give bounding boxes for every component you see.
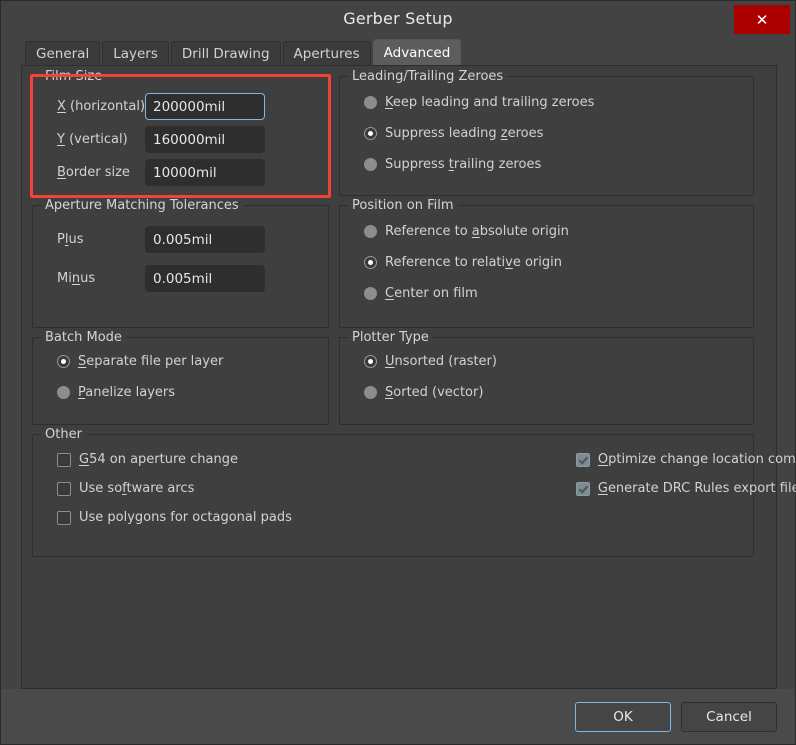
tab-bar: General Layers Drill Drawing Apertures A… [21,37,777,65]
leading-trailing-zeroes-group: Leading/Trailing Zeroes Keep leading and… [339,69,754,196]
radio-center-on-film[interactable]: Center on film [352,278,741,309]
batch-mode-legend: Batch Mode [41,330,126,345]
radio-reference-absolute-origin[interactable]: Reference to absolute origin [352,216,741,247]
ok-button[interactable]: OK [575,701,671,732]
film-size-x-row: X (horizontal) [45,93,316,120]
tolerance-plus-label: Plus [57,232,84,247]
advanced-tab-panel: Film Size X (horizontal) Y (vertical) Bo… [21,65,796,689]
tolerance-plus-input[interactable] [145,226,265,253]
tolerance-minus-row: Minus [45,265,316,292]
checkbox-use-polygons-for-octagonal-pads[interactable]: Use polygons for octagonal pads [57,503,292,532]
accel-key: Y [57,132,65,147]
accel-key: G [597,481,608,496]
page-title: Gerber Setup [343,9,453,28]
other-legend: Other [41,427,86,442]
radio-unsorted-raster[interactable]: Unsorted (raster) [352,346,741,377]
radio-icon [364,355,377,368]
other-group: Other G54 on aperture change Use softwar… [32,427,796,557]
other-left-column: G54 on aperture change Use software arcs… [45,445,292,532]
radio-icon [364,96,377,109]
accel-key: v [505,255,513,270]
tolerance-minus-label: Minus [57,271,96,286]
accel-key: n [71,271,81,286]
radio-separate-file-per-layer[interactable]: Separate file per layer [45,346,316,377]
tab-general[interactable]: General [25,41,101,65]
tolerance-minus-input[interactable] [145,265,265,292]
radio-sorted-vector[interactable]: Sorted (vector) [352,377,741,408]
film-size-y-row: Y (vertical) [45,126,316,153]
accel-key: G [79,452,90,467]
cancel-button[interactable]: Cancel [681,701,777,732]
checkbox-use-software-arcs[interactable]: Use software arcs [57,474,292,503]
checkbox-icon [57,510,71,525]
checkbox-g54-on-aperture-change[interactable]: G54 on aperture change [57,445,292,474]
radio-icon [364,256,377,269]
plotter-type-group: Plotter Type Unsorted (raster) Sorted (v… [339,330,754,425]
accel-key: X [57,99,66,114]
film-size-x-input[interactable] [145,93,265,120]
aperture-tolerances-legend: Aperture Matching Tolerances [41,198,243,213]
tab-drill-drawing[interactable]: Drill Drawing [170,41,281,65]
accel-key: C [385,286,395,301]
radio-icon [57,355,70,368]
film-size-y-label: Y (vertical) [57,132,128,147]
accel-key: U [385,354,395,369]
accel-key: K [385,95,393,110]
radio-suppress-trailing-zeroes[interactable]: Suppress trailing zeroes [352,149,741,180]
radio-icon [364,127,377,140]
checkbox-icon [57,481,71,496]
gerber-setup-dialog: Gerber Setup ✕ General Layers Drill Draw… [0,0,796,745]
checkbox-generate-drc-rules-export-file[interactable]: Generate DRC Rules export file (.RUL) [575,474,796,503]
radio-reference-relative-origin[interactable]: Reference to relative origin [352,247,741,278]
aperture-matching-tolerances-group: Aperture Matching Tolerances Plus Minus [32,198,329,328]
accel-key: B [57,165,66,180]
checkbox-icon [575,452,590,467]
close-icon[interactable]: ✕ [734,5,790,34]
title-bar: Gerber Setup ✕ [1,1,795,37]
other-right-column: Optimize change location commands Genera… [564,445,796,532]
film-size-border-input[interactable] [145,159,265,186]
accel-key: O [597,452,609,467]
film-size-group: Film Size X (horizontal) Y (vertical) Bo… [30,69,331,198]
radio-keep-leading-trailing-zeroes[interactable]: Keep leading and trailing zeroes [352,87,741,118]
film-size-y-input[interactable] [145,126,265,153]
accel-key: a [471,224,480,239]
checkbox-icon [575,481,590,496]
tab-area: General Layers Drill Drawing Apertures A… [21,37,796,689]
radio-icon [364,158,377,171]
batch-mode-group: Batch Mode Separate file per layer Panel… [32,330,329,425]
accel-key: z [500,126,508,141]
film-size-border-label: Border size [57,165,130,180]
radio-icon [364,386,377,399]
radio-panelize-layers[interactable]: Panelize layers [45,377,316,408]
tab-layers[interactable]: Layers [102,41,169,65]
settings-row-3: Batch Mode Separate file per layer Panel… [32,330,766,434]
plotter-type-legend: Plotter Type [348,330,433,345]
film-size-legend: Film Size [41,69,107,84]
film-size-border-row: Border size [45,159,316,186]
radio-icon [364,225,377,238]
tab-apertures[interactable]: Apertures [282,41,371,65]
tolerance-plus-row: Plus [45,226,316,253]
film-size-x-label: X (horizontal) [57,99,146,114]
zeroes-legend: Leading/Trailing Zeroes [348,69,508,84]
checkbox-optimize-change-location-commands[interactable]: Optimize change location commands [575,445,796,474]
position-on-film-group: Position on Film Reference to absolute o… [339,198,754,328]
settings-row-4: Other G54 on aperture change Use softwar… [32,427,796,566]
settings-row-2: Aperture Matching Tolerances Plus Minus [32,198,766,337]
radio-icon [364,287,377,300]
radio-icon [57,386,70,399]
radio-suppress-leading-zeroes[interactable]: Suppress leading zeroes [352,118,741,149]
dialog-button-bar: OK Cancel [1,689,795,744]
position-on-film-legend: Position on Film [348,198,458,213]
settings-row-1: Film Size X (horizontal) Y (vertical) Bo… [30,69,766,205]
tab-advanced[interactable]: Advanced [372,39,462,65]
checkbox-icon [57,452,71,467]
